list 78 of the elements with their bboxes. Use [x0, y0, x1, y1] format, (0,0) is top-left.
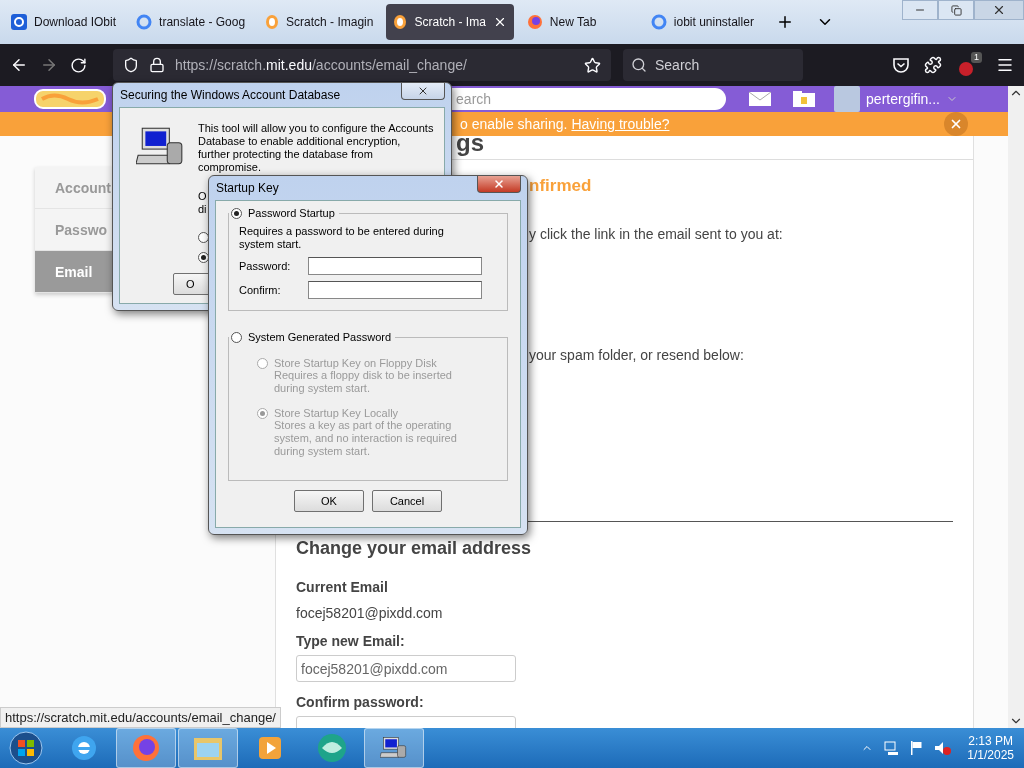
- radio-button[interactable]: [231, 207, 242, 219]
- shield-icon[interactable]: [123, 57, 139, 73]
- scrollbar[interactable]: [1008, 86, 1024, 728]
- close-icon: [949, 117, 963, 131]
- taskbar-app[interactable]: [364, 728, 424, 768]
- field-label: Confirm password:: [296, 694, 425, 710]
- fox-logo-icon: [526, 14, 543, 30]
- network-icon[interactable]: [883, 740, 900, 756]
- search-field[interactable]: Search: [623, 49, 803, 81]
- restore-button[interactable]: [938, 0, 974, 20]
- confirm-field[interactable]: [308, 281, 482, 299]
- reload-icon[interactable]: [70, 56, 87, 74]
- field-label: Type new Email:: [296, 633, 406, 649]
- browser-tab[interactable]: iobit uninstaller: [643, 4, 762, 40]
- folder-icon[interactable]: [792, 90, 817, 108]
- browser-tab[interactable]: translate - Goog: [129, 4, 253, 40]
- url-text: https://scratch.mit.edu/accounts/email_change/: [175, 57, 468, 73]
- field-label: Current Email: [296, 579, 389, 595]
- option-description: Requires a floppy disk to be inserted during system start.: [274, 369, 453, 395]
- current-email: focej58201@pixdd.com: [296, 605, 444, 621]
- browser-tab[interactable]: New Tab: [519, 4, 638, 40]
- close-icon: [493, 178, 505, 190]
- option-description: Stores a key as part of the operating system, and no interaction is required during system start.: [274, 419, 458, 458]
- restore-icon: [950, 4, 962, 16]
- option-description: Requires a password to be entered during system start.: [239, 225, 445, 251]
- menu-icon[interactable]: [996, 56, 1014, 74]
- dialog-button[interactable]: Cancel: [372, 490, 442, 512]
- scratch-logo-drawing[interactable]: [34, 88, 106, 110]
- globe-icon[interactable]: [316, 732, 348, 764]
- lock-icon[interactable]: [149, 57, 165, 73]
- search-placeholder: Search: [655, 57, 700, 73]
- avatar-icon[interactable]: [834, 86, 861, 112]
- muted-speaker-icon[interactable]: [933, 740, 952, 756]
- app-logo-icon: [11, 14, 27, 30]
- browser-tab[interactable]: Download IObit: [4, 4, 124, 40]
- radio-button[interactable]: [231, 331, 242, 343]
- close-button[interactable]: [477, 176, 521, 193]
- browser-icon[interactable]: [69, 733, 99, 763]
- banner-text: o enable sharing.: [460, 116, 568, 132]
- status-title: nfirmed: [529, 176, 593, 196]
- taskbar-app[interactable]: [116, 728, 176, 768]
- cat-logo-icon: [265, 14, 280, 30]
- flag-icon[interactable]: [909, 740, 924, 756]
- close-button[interactable]: [401, 83, 445, 100]
- option-text: O: [198, 190, 207, 203]
- window-title: Startup Key: [216, 181, 279, 195]
- close-icon: [417, 85, 429, 97]
- bookmark-star-icon[interactable]: [584, 56, 601, 74]
- close-button[interactable]: [944, 112, 968, 136]
- description-text: This tool will allow you to configure the Accounts Database to enable additional encryption, further protecting the database from compromise.: [198, 122, 434, 174]
- clock-time[interactable]: 2:13 PM: [968, 734, 1013, 748]
- dialog-button[interactable]: OK: [294, 490, 364, 512]
- clock-date[interactable]: 1/1/2025: [967, 748, 1014, 762]
- email-field[interactable]: focej58201@pixdd.com: [296, 655, 516, 682]
- forward-icon[interactable]: [40, 56, 58, 74]
- field-label: Password:: [239, 260, 292, 272]
- start-button[interactable]: [6, 730, 46, 766]
- browser-tab[interactable]: Scratch - Imagin: [258, 4, 381, 40]
- pocket-icon[interactable]: [892, 56, 910, 74]
- address-bar[interactable]: https://scratch.mit.edu/accounts/email_change/: [113, 49, 611, 81]
- instruction-text: your spam folder, or resend below:: [529, 347, 745, 363]
- close-icon: [992, 3, 1006, 17]
- cat-logo-icon: [393, 14, 408, 30]
- play-icon[interactable]: [256, 734, 284, 762]
- password-field[interactable]: [308, 257, 482, 275]
- extensions-icon[interactable]: [924, 56, 942, 74]
- instruction-text: y click the link in the email sent to you at:: [529, 226, 784, 242]
- search-icon: [631, 57, 647, 73]
- window-title: Securing the Windows Account Database: [120, 88, 341, 102]
- page-heading: gs: [456, 129, 484, 156]
- back-icon[interactable]: [10, 56, 28, 74]
- status-url: https://scratch.mit.edu/accounts/email_change/: [0, 707, 281, 728]
- option-text: di: [198, 203, 207, 216]
- username[interactable]: pertergifin...: [866, 91, 940, 107]
- browser-tab[interactable]: Scratch - Ima: [386, 4, 514, 40]
- section-heading: Change your email address: [296, 538, 533, 559]
- field-label: Confirm:: [239, 284, 282, 296]
- mail-icon[interactable]: [748, 91, 773, 107]
